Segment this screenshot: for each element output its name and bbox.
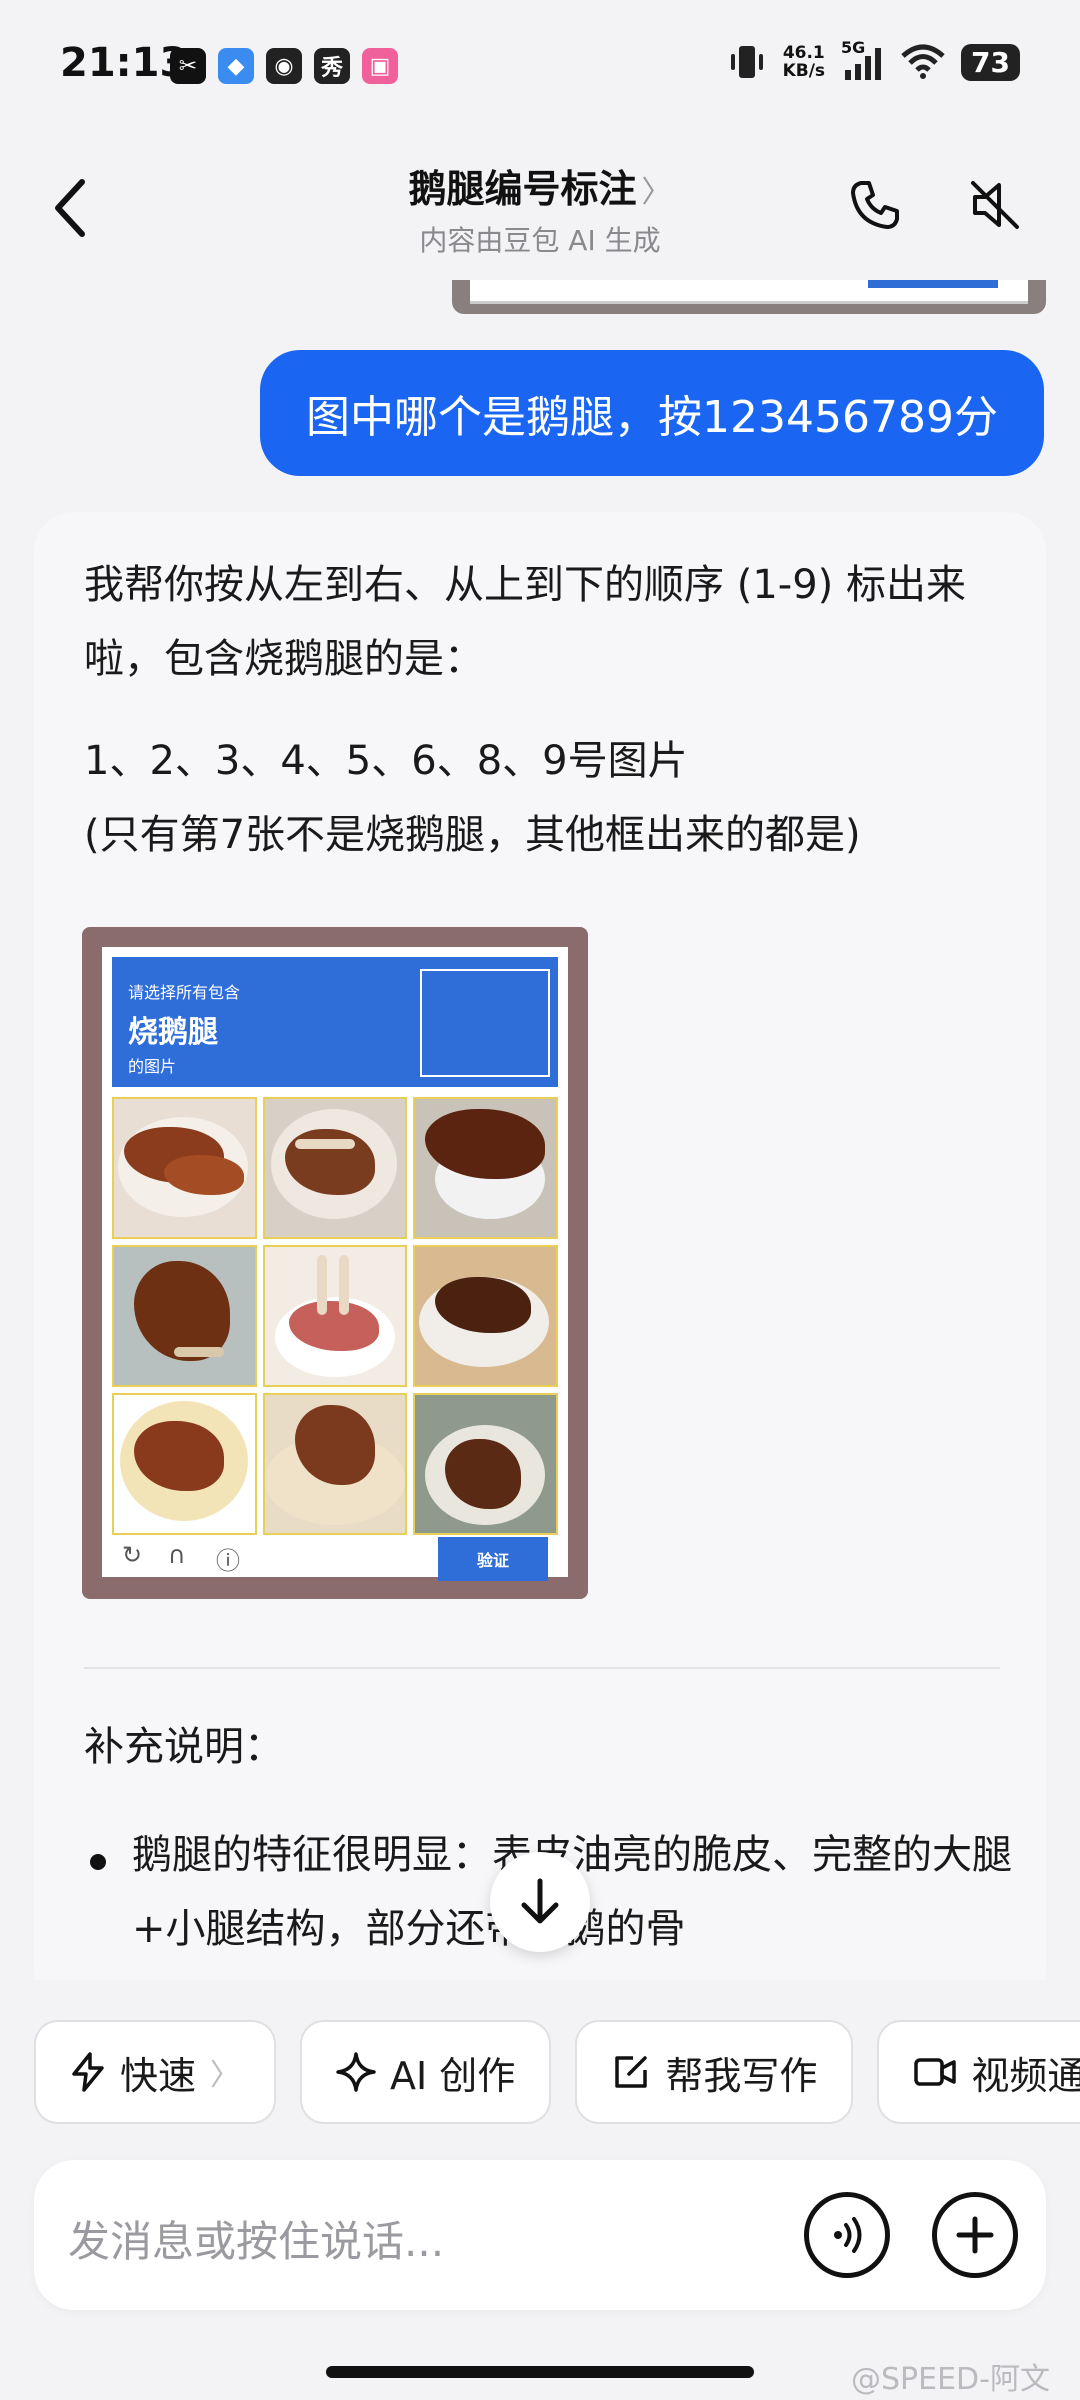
chat-subtitle: 内容由豆包 AI 生成 [419,224,661,257]
previous-image-button-edge [868,280,998,288]
capcut-app-icon: ✂ [170,48,206,84]
previous-image-edge[interactable] [452,280,1046,314]
captcha-tile-4 [112,1245,257,1387]
voice-wave-icon [834,2217,862,2253]
title-chevron-icon: 〉 [641,175,672,210]
scroll-to-bottom-button[interactable] [490,1852,590,1952]
xiu-app-icon: 秀 [314,48,350,84]
message-input-bar[interactable]: 发消息或按住说话... [34,2160,1046,2310]
speaker-mute-button[interactable] [960,170,1030,240]
captcha-header: 请选择所有包含 烧鹅腿 的图片 [112,957,558,1087]
watermark: @SPEED-阿文 [851,2362,1050,2397]
net-speed-value: 46.1 [782,43,825,63]
arrow-down-icon [521,1878,559,1924]
video-icon [914,2058,957,2086]
message-input[interactable]: 发消息或按住说话... [68,2208,444,2269]
ai-answer-line2: (只有第7张不是烧鹅腿，其他框出来的都是) [84,812,861,858]
chip-fast-label: 快速 [120,2053,197,2098]
status-bar: 21:13 ✂ ◆ ◉ 秀 ▣ 46.1 KB/s 5G 73 [0,0,1080,130]
note-title: 补充说明： [84,1724,284,1770]
lightning-icon [72,2052,104,2092]
status-time: 21:13 [60,40,188,86]
chip-ai-create[interactable]: AI 创作 [300,2020,552,2124]
ai-intro-text: 我帮你按从左到右、从上到下的顺序 (1-9) 标出来啦，包含烧鹅腿的是： [84,562,966,682]
status-right-indicators: 46.1 KB/s 5G 73 [727,38,1020,82]
chat-header: 鹅腿编号标注 〉 内容由豆包 AI 生成 [0,130,1080,280]
captcha-target-label: 烧鹅腿 [128,1015,218,1050]
weibo-app-icon: ◉ [266,48,302,84]
phone-call-button[interactable] [840,170,910,240]
chip-write-for-me[interactable]: 帮我写作 [575,2020,854,2124]
ai-answer-line1: 1、2、3、4、5、6、8、9号图片 [84,738,688,784]
section-divider [84,1667,1000,1669]
composer-area: 快速 〉 AI 创作 帮我写作 视频通 发消息或按住说话... [0,1980,1080,2400]
chip-video-label: 视频通话 [971,2053,1080,2098]
captcha-tile-3 [413,1097,558,1239]
phone-icon [851,181,899,229]
captcha-instruction-small: 请选择所有包含 [128,983,241,1002]
sparkle-icon [336,2052,376,2092]
chip-ai-create-label: AI 创作 [390,2053,516,2098]
chip-write-label: 帮我写作 [665,2053,818,2098]
net-speed-unit: KB/s [782,61,826,81]
doubao-app-icon: ◆ [218,48,254,84]
captcha-tile-7 [112,1393,257,1535]
captcha-tile-2 [262,1097,408,1239]
chat-title-area[interactable]: 鹅腿编号标注 〉 内容由豆包 AI 生成 [300,158,780,259]
chip-fast-chevron-icon: 〉 [210,2058,241,2093]
captcha-tile-5 [262,1245,408,1387]
previous-image-content [470,280,1028,304]
headphones-icon: ∩ [168,1541,186,1569]
user-message-bubble[interactable]: 图中哪个是鹅腿，按123456789分 [260,350,1044,476]
home-indicator[interactable] [326,2366,754,2378]
add-attachment-button[interactable] [932,2192,1018,2278]
muted-speaker-icon [971,181,1019,229]
captcha-tile-6 [413,1245,558,1387]
captcha-tile-8 [262,1393,408,1535]
chip-fast[interactable]: 快速 〉 [34,2020,277,2124]
net-speed: 46.1 KB/s [783,44,825,80]
wifi-icon [901,44,945,79]
back-button[interactable] [40,168,100,248]
info-icon: ⓘ [216,1547,240,1575]
ai-message-card: 我帮你按从左到右、从上到下的顺序 (1-9) 标出来啦，包含烧鹅腿的是： 1、2… [34,512,1046,2012]
captcha-image[interactable]: 请选择所有包含 烧鹅腿 的图片 ↻ ∩ ⓘ 验证 [82,927,588,1599]
voice-input-button[interactable] [804,2192,890,2278]
captcha-tile-9 [413,1393,558,1535]
bullet-dot [90,1854,106,1870]
edit-icon [615,2056,648,2088]
vibrate-icon [730,46,763,78]
captcha-instruction-suffix: 的图片 [128,1057,177,1076]
bilibili-app-icon: ▣ [362,48,398,84]
captcha-grid [112,1097,558,1535]
captcha-verify-button: 验证 [438,1537,548,1581]
signal-5g-icon: 5G [841,38,885,82]
captcha-footer: ↻ ∩ ⓘ 验证 [112,1537,558,1581]
quick-actions: 快速 〉 AI 创作 帮我写作 视频通 [34,2020,1080,2124]
chevron-left-icon [55,179,85,237]
chat-title: 鹅腿编号标注 [408,167,637,211]
refresh-icon: ↻ [122,1541,143,1569]
status-app-icons: ✂ ◆ ◉ 秀 ▣ [170,48,398,84]
plus-icon [956,2216,994,2254]
captcha-tile-1 [112,1097,257,1239]
app-screen: 21:13 ✂ ◆ ◉ 秀 ▣ 46.1 KB/s 5G 73 鹅腿编号标注 〉… [0,0,1080,2400]
captcha-panel: 请选择所有包含 烧鹅腿 的图片 ↻ ∩ ⓘ 验证 [102,947,568,1581]
captcha-sample-box [420,969,550,1077]
chip-video-call[interactable]: 视频通话 [877,2020,1080,2124]
battery-indicator: 73 [961,43,1020,81]
